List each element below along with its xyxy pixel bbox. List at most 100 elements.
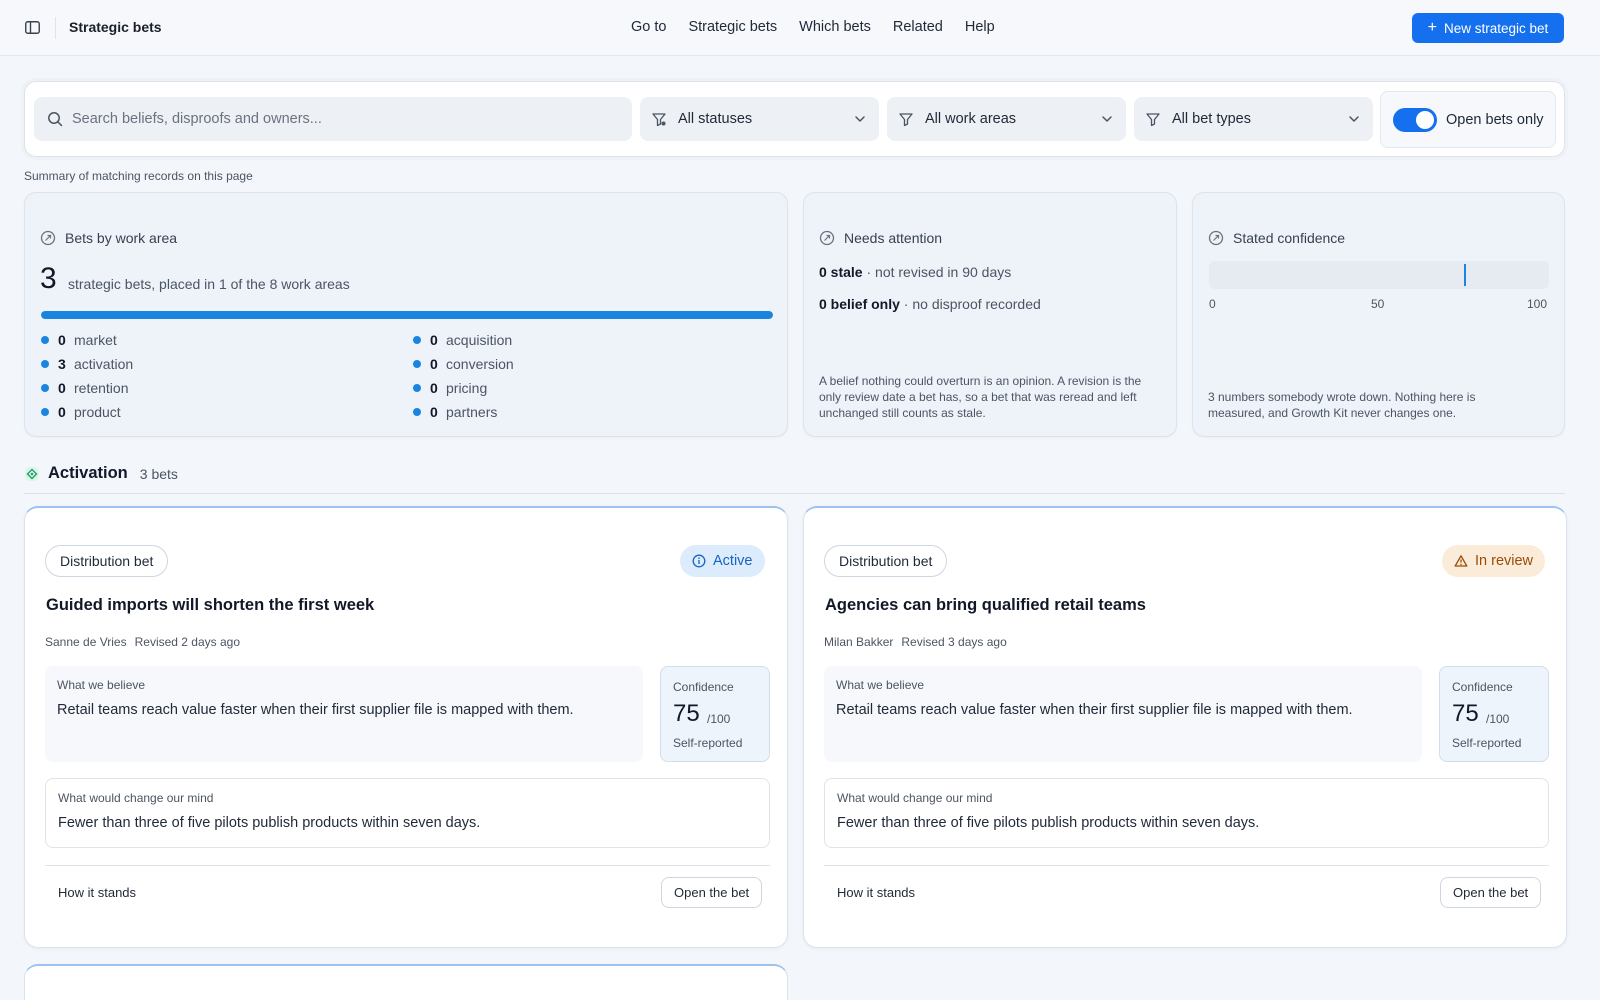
area-name: partners <box>446 403 498 420</box>
nav-related[interactable]: Related <box>893 19 943 35</box>
area-count: 0 <box>58 379 66 396</box>
status-badge: In review <box>1442 545 1546 577</box>
search-box[interactable] <box>34 97 632 141</box>
stale-line: 0 stale · not revised in 90 days <box>819 264 1011 280</box>
belief-box: What we believe Retail teams reach value… <box>824 666 1422 762</box>
target-icon <box>1208 230 1224 246</box>
search-icon <box>48 112 63 127</box>
area-dot <box>413 335 421 344</box>
new-strategic-bet-button[interactable]: + New strategic bet <box>1412 13 1564 43</box>
belief-only-count: 0 belief only <box>819 296 900 312</box>
target-icon <box>40 230 56 246</box>
open-bets-toggle[interactable] <box>1393 107 1437 132</box>
bets-by-area-title: Bets by work area <box>65 230 178 246</box>
belief-only-line: 0 belief only · no disproof recorded <box>819 296 1041 312</box>
area-coverage-fill <box>41 311 773 319</box>
belief-text: Retail teams reach value faster when the… <box>57 702 574 718</box>
area-count: 0 <box>430 403 438 420</box>
needs-attention-card: Needs attention 0 stale · not revised in… <box>803 192 1177 437</box>
nav-strategic-bets[interactable]: Strategic bets <box>688 19 777 35</box>
sidebar-toggle-icon[interactable] <box>24 19 40 35</box>
bet-owner: Milan Bakker <box>824 635 894 649</box>
summary-caption: Summary of matching records on this page <box>24 169 253 183</box>
confidence-box: Confidence 75 /100 Self-reported <box>1439 666 1549 762</box>
status-label: Active <box>713 553 753 569</box>
filter-icon <box>899 113 913 127</box>
section-header: Activation 3 bets <box>24 464 178 483</box>
nav-which-bets[interactable]: Which bets <box>799 19 871 35</box>
area-item: 0 product <box>41 403 133 420</box>
nav-help[interactable]: Help <box>965 19 995 35</box>
nav-go-to[interactable]: Go to <box>631 19 666 35</box>
area-name: pricing <box>446 379 488 396</box>
confidence-value: 75 <box>1452 700 1479 727</box>
needs-attention-title: Needs attention <box>844 230 943 246</box>
bet-meta: Sanne de Vries Revised 2 days ago <box>45 635 240 649</box>
bet-title: Agencies can bring qualified retail team… <box>825 596 1146 614</box>
confidence-tick-max: 100 <box>1527 297 1548 311</box>
bet-type-filter[interactable]: All bet types <box>1134 97 1373 141</box>
area-name: conversion <box>446 355 514 372</box>
change-mind-label: What would change our mind <box>58 791 214 805</box>
bet-divider <box>824 865 1549 866</box>
stale-text: · not revised in 90 days <box>862 264 1012 280</box>
confidence-source: Self-reported <box>673 736 743 750</box>
belief-label: What we believe <box>57 678 146 692</box>
status-info-icon <box>692 554 706 568</box>
bet-owner: Sanne de Vries <box>45 635 127 649</box>
filter-icon <box>652 113 666 127</box>
area-dot <box>41 335 49 344</box>
bet-type-pill: Distribution bet <box>824 545 948 577</box>
toggle-knob <box>1416 110 1434 129</box>
confidence-tick-min: 0 <box>1209 297 1216 311</box>
confidence-value: 75 <box>673 700 700 727</box>
area-coverage-bar <box>41 311 773 319</box>
area-item: 0 partners <box>413 403 514 420</box>
bet-type-pill: Distribution bet <box>45 545 169 577</box>
confidence-label: Confidence <box>1452 680 1513 694</box>
page-title: Strategic bets <box>69 19 162 35</box>
attention-note: A belief nothing could overturn is an op… <box>819 374 1142 420</box>
area-dot <box>41 407 49 416</box>
bets-by-area-card: Bets by work area 3 strategic bets, plac… <box>24 192 788 437</box>
area-name: market <box>74 331 117 348</box>
activation-icon <box>25 466 39 481</box>
filter-icon <box>1146 113 1160 127</box>
chevron-down-icon <box>855 116 865 122</box>
area-count: 3 <box>58 355 66 372</box>
work-area-filter-value: All work areas <box>925 111 1017 127</box>
section-title: Activation <box>48 464 128 482</box>
area-item: 3 activation <box>41 355 133 372</box>
filter-bar: All statuses All work areas All bet type… <box>24 81 1565 157</box>
belief-box: What we believe Retail teams reach value… <box>45 666 643 762</box>
work-area-filter[interactable]: All work areas <box>887 97 1126 141</box>
area-item: 0 pricing <box>413 379 514 396</box>
change-mind-text: Fewer than three of five pilots publish … <box>58 815 481 831</box>
confidence-tick-mid: 50 <box>1371 297 1385 311</box>
status-filter[interactable]: All statuses <box>640 97 879 141</box>
bet-divider <box>45 865 770 866</box>
section-divider <box>24 493 1565 494</box>
change-mind-text: Fewer than three of five pilots publish … <box>837 815 1260 831</box>
confidence-label: Confidence <box>673 680 734 694</box>
belief-only-text: · no disproof recorded <box>899 296 1041 312</box>
open-bets-toggle-box[interactable]: Open bets only <box>1380 91 1556 148</box>
area-list-right: 0 acquisition 0 conversion 0 pricing 0 partn… <box>413 331 514 420</box>
area-name: product <box>74 403 121 420</box>
area-item: 0 retention <box>41 379 133 396</box>
open-bet-button[interactable]: Open the bet <box>661 877 763 908</box>
top-bar: Strategic bets Go to Strategic bets Whic… <box>0 0 1600 56</box>
area-count: 0 <box>430 379 438 396</box>
target-icon <box>819 230 835 246</box>
search-input[interactable] <box>72 111 612 127</box>
confidence-marker <box>1464 264 1466 286</box>
change-mind-label: What would change our mind <box>837 791 993 805</box>
area-list-left: 0 market 3 activation 0 retention 0 product <box>41 331 133 420</box>
chevron-down-icon <box>1102 116 1112 122</box>
how-it-stands: How it stands <box>837 885 916 900</box>
area-count: 0 <box>430 331 438 348</box>
open-bet-button[interactable]: Open the bet <box>1440 877 1542 908</box>
bet-revised: Revised 2 days ago <box>134 635 241 649</box>
bet-card: Distribution bet Active Guided imports w… <box>24 506 788 948</box>
warning-icon <box>1454 555 1468 567</box>
